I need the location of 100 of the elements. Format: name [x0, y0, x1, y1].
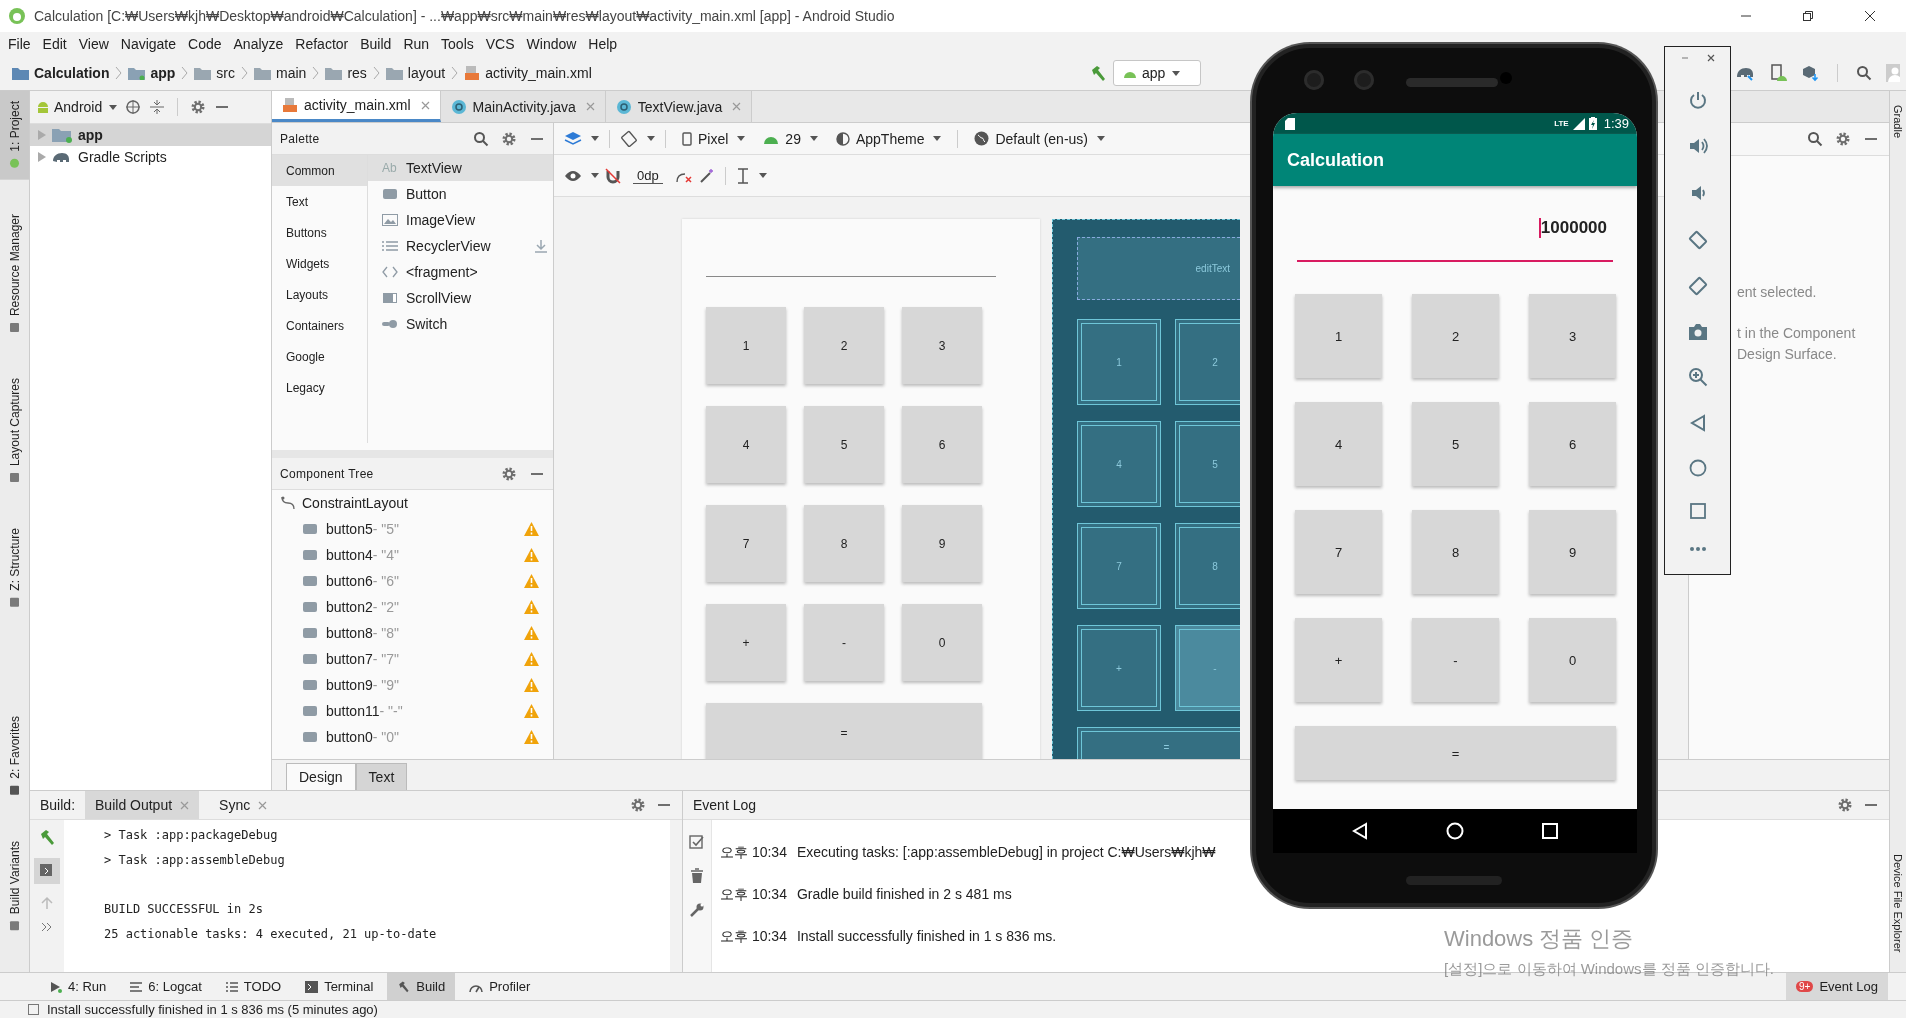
keypad-key[interactable]: 1: [706, 307, 786, 384]
palette-category[interactable]: Containers: [272, 310, 367, 341]
keypad-key[interactable]: 8: [1412, 510, 1499, 594]
rotate-icon[interactable]: [620, 129, 638, 148]
tree-item[interactable]: button0- "0": [272, 724, 553, 750]
tool-window-tab[interactable]: 2: Favorites: [0, 706, 29, 807]
overview-icon[interactable]: [1689, 503, 1706, 520]
keypad-key[interactable]: 6: [902, 406, 982, 483]
search-icon[interactable]: [1856, 65, 1872, 81]
tool-window-tab[interactable]: 1: Project: [0, 91, 29, 180]
keypad-key[interactable]: 2: [1412, 294, 1499, 378]
palette-item[interactable]: ImageView: [368, 207, 553, 233]
palette-item[interactable]: Ab TextView: [368, 155, 553, 181]
keypad-key[interactable]: 2: [804, 307, 884, 384]
tree-item[interactable]: button8- "8": [272, 620, 553, 646]
recents-icon[interactable]: [1542, 823, 1558, 839]
tool-window-tab[interactable]: Terminal: [295, 973, 384, 1000]
view-tab[interactable]: Design: [286, 763, 356, 790]
tool-window-tab[interactable]: Build Variants: [0, 830, 29, 942]
restore-window-icon[interactable]: [1802, 10, 1814, 22]
tool-window-tab[interactable]: Profiler: [459, 973, 541, 1000]
palette-category[interactable]: Text: [272, 186, 367, 217]
panel-tab[interactable]: Build Output: [85, 791, 200, 819]
project-view-dropdown[interactable]: Android: [36, 99, 118, 115]
keypad-key[interactable]: 7: [706, 505, 786, 582]
breadcrumb-item[interactable]: res: [325, 65, 367, 81]
keypad-key[interactable]: 0: [902, 604, 982, 681]
menu-item[interactable]: File: [8, 36, 31, 52]
breadcrumb-item[interactable]: main: [254, 65, 307, 81]
phone-icon[interactable]: [1769, 64, 1787, 82]
keypad-key[interactable]: 9: [1529, 510, 1616, 594]
project-tree-item[interactable]: Gradle Scripts: [30, 146, 271, 168]
expand-arrow-icon[interactable]: [38, 152, 46, 162]
hammer-icon[interactable]: [1089, 64, 1107, 82]
keypad-key[interactable]: 0: [1529, 618, 1616, 702]
breadcrumb-item[interactable]: layout: [385, 65, 446, 81]
device-dropdown[interactable]: Pixel: [676, 130, 752, 147]
tool-window-tab[interactable]: Z: Structure: [0, 517, 29, 619]
palette-category[interactable]: Common: [272, 155, 367, 186]
tool-window-tab[interactable]: Layout Captures: [0, 367, 29, 494]
wrench-icon[interactable]: [689, 902, 705, 918]
palette-category[interactable]: Legacy: [272, 372, 367, 403]
keypad-key[interactable]: +: [706, 604, 786, 681]
menu-item[interactable]: View: [78, 36, 109, 52]
palette-item[interactable]: RecyclerView: [368, 233, 553, 259]
view-tab[interactable]: Text: [355, 763, 408, 790]
margin-field[interactable]: 0dp: [633, 167, 663, 184]
menu-item[interactable]: Code: [188, 36, 222, 52]
menu-item[interactable]: VCS: [485, 36, 515, 52]
number-input[interactable]: 1000000: [1297, 212, 1613, 262]
tool-window-tab[interactable]: TODO: [215, 973, 292, 1000]
editor-tab[interactable]: activity_main.xml: [272, 91, 441, 122]
menu-item[interactable]: Run: [403, 36, 430, 52]
collapse-icon[interactable]: [149, 99, 166, 115]
power-icon[interactable]: [1687, 89, 1708, 110]
menu-item[interactable]: Build: [360, 36, 392, 52]
breadcrumb-item[interactable]: Calculation: [12, 65, 110, 81]
palette-item[interactable]: Button: [368, 181, 553, 207]
close-window-icon[interactable]: [1864, 10, 1876, 22]
menu-item[interactable]: Help: [588, 36, 618, 52]
tree-item[interactable]: button6- "6": [272, 568, 553, 594]
mark-read-icon[interactable]: [689, 834, 705, 850]
zoom-icon[interactable]: [1687, 367, 1708, 388]
tree-item[interactable]: button7- "7": [272, 646, 553, 672]
keypad-key[interactable]: 3: [902, 307, 982, 384]
window-icon[interactable]: [28, 1004, 39, 1015]
palette-item[interactable]: ScrollView: [368, 285, 553, 311]
more-icon[interactable]: [41, 922, 53, 932]
palette-category[interactable]: Widgets: [272, 248, 367, 279]
settings-icon[interactable]: [1837, 797, 1853, 813]
layers-icon[interactable]: [564, 130, 582, 147]
tool-window-tab[interactable]: Resource Manager: [0, 203, 29, 344]
palette-category[interactable]: Buttons: [272, 217, 367, 248]
tree-item[interactable]: button9- "9": [272, 672, 553, 698]
breadcrumb-item[interactable]: app: [128, 65, 176, 81]
palette-category[interactable]: Google: [272, 341, 367, 372]
download-icon[interactable]: [535, 239, 547, 253]
tool-window-tab[interactable]: Build: [387, 973, 456, 1000]
menu-item[interactable]: Analyze: [233, 36, 284, 52]
keypad-key[interactable]: 6: [1529, 402, 1616, 486]
event-log-button[interactable]: 9+ Event Log: [1786, 973, 1888, 1000]
toggle-view-icon[interactable]: [34, 858, 60, 884]
keypad-key[interactable]: 5: [804, 406, 884, 483]
equals-key[interactable]: =: [706, 703, 982, 759]
close-icon[interactable]: [420, 100, 430, 110]
keypad-key[interactable]: 5: [1412, 402, 1499, 486]
palette-item[interactable]: <fragment>: [368, 259, 553, 285]
menu-item[interactable]: Tools: [441, 36, 474, 52]
keypad-key[interactable]: 3: [1529, 294, 1616, 378]
settings-icon[interactable]: [630, 797, 646, 813]
breadcrumb-item[interactable]: src: [194, 65, 236, 81]
tool-window-tab[interactable]: Device File Explorer: [1892, 853, 1904, 952]
keypad-key[interactable]: +: [1295, 618, 1382, 702]
target-icon[interactable]: [125, 99, 142, 115]
palette-category[interactable]: Layouts: [272, 279, 367, 310]
keypad-key[interactable]: 1: [1295, 294, 1382, 378]
search-icon[interactable]: [473, 130, 489, 147]
eye-icon[interactable]: [564, 169, 582, 182]
tool-window-tab[interactable]: 4: Run: [40, 973, 117, 1000]
magnet-icon[interactable]: [605, 167, 621, 184]
